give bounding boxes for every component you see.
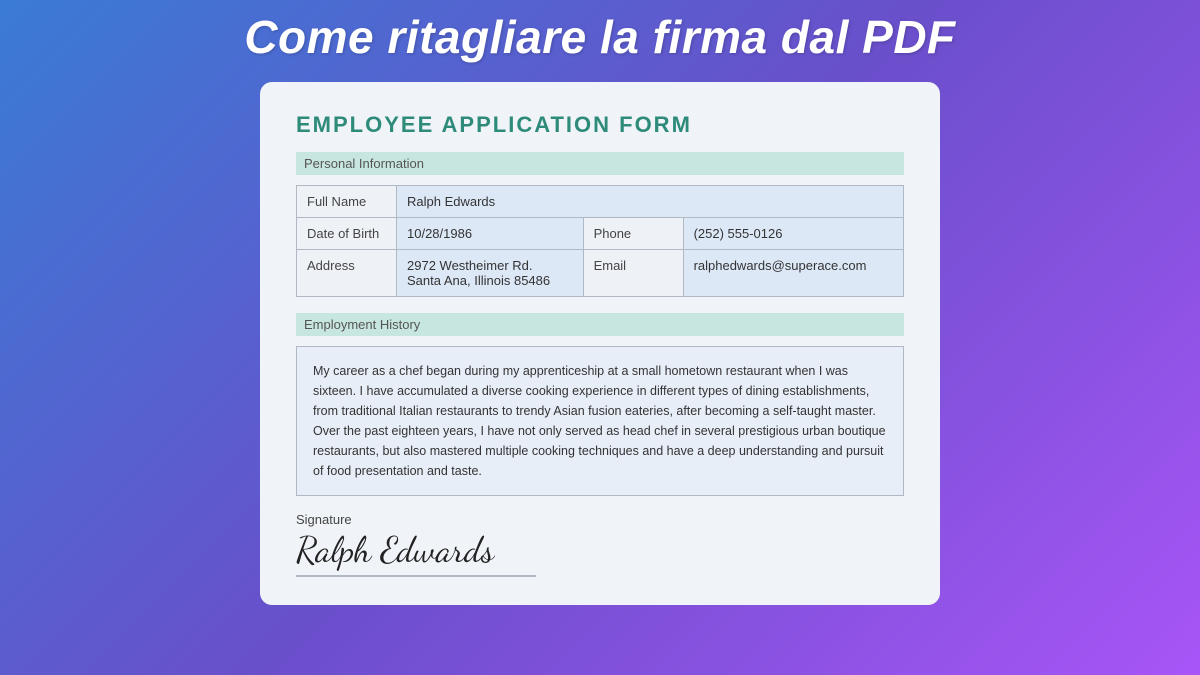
dob-label: Date of Birth [297, 218, 397, 250]
phone-label: Phone [583, 218, 683, 250]
signature-section: Signature Ralph Edwards [296, 512, 904, 577]
table-row: Full Name Ralph Edwards [297, 186, 904, 218]
form-container: EMPLOYEE APPLICATION FORM Personal Infor… [260, 82, 940, 605]
employment-history-header: Employment History [296, 313, 904, 336]
email-value: ralphedwards@superace.com [683, 250, 903, 297]
signature-label: Signature [296, 512, 904, 527]
employment-history-text: My career as a chef began during my appr… [296, 346, 904, 496]
page-title: Come ritagliare la firma dal PDF [244, 10, 955, 64]
dob-value: 10/28/1986 [397, 218, 584, 250]
signature-line [296, 575, 536, 577]
full-name-label: Full Name [297, 186, 397, 218]
email-label: Email [583, 250, 683, 297]
full-name-value: Ralph Edwards [397, 186, 904, 218]
table-row: Address 2972 Westheimer Rd. Santa Ana, I… [297, 250, 904, 297]
phone-value: (252) 555-0126 [683, 218, 903, 250]
address-label: Address [297, 250, 397, 297]
personal-information-header: Personal Information [296, 152, 904, 175]
personal-info-table: Full Name Ralph Edwards Date of Birth 10… [296, 185, 904, 297]
table-row: Date of Birth 10/28/1986 Phone (252) 555… [297, 218, 904, 250]
address-value: 2972 Westheimer Rd. Santa Ana, Illinois … [397, 250, 584, 297]
signature-value: Ralph Edwards [296, 531, 904, 571]
form-title: EMPLOYEE APPLICATION FORM [296, 112, 904, 138]
